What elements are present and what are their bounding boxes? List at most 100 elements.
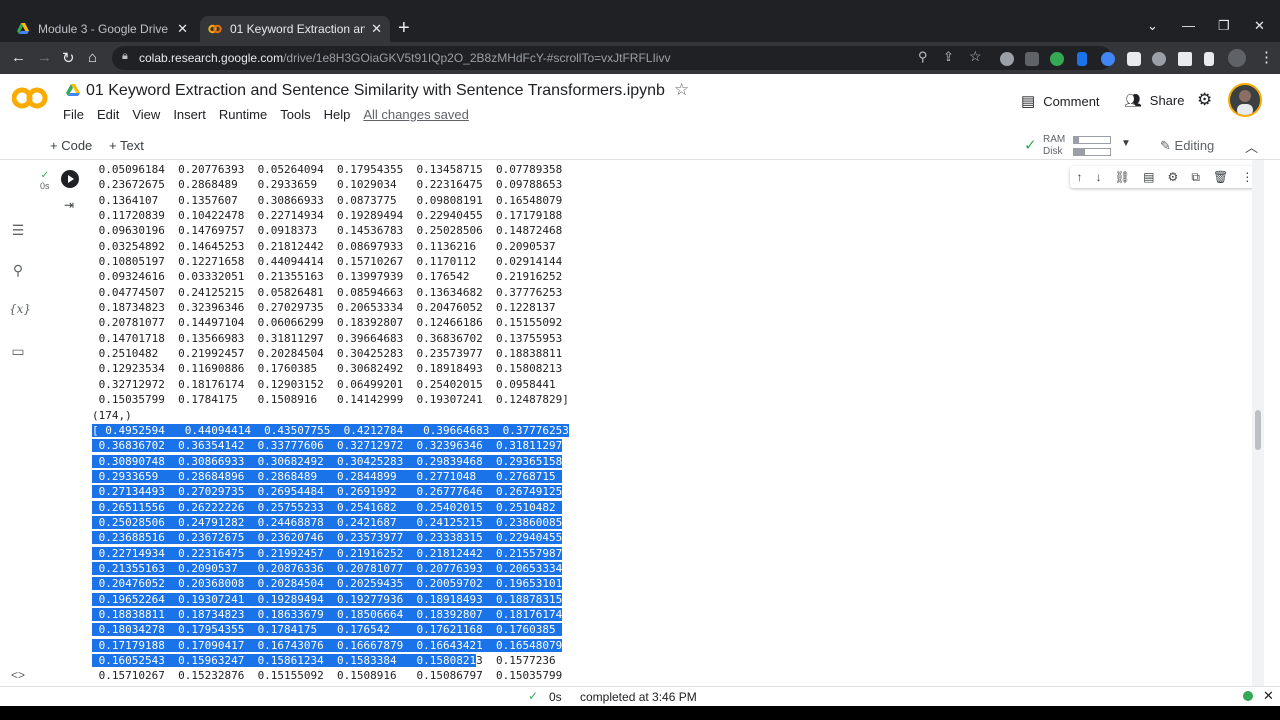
output-line[interactable]: 0.14701718 0.13566983 0.31811297 0.39664… [92,331,569,346]
output-line[interactable]: 0.1364107 0.1357607 0.30866933 0.0873775… [92,193,569,208]
menu-file[interactable]: File [63,107,84,122]
extension-pen-icon[interactable] [1077,52,1087,66]
editing-mode-button[interactable]: ✎ Editing [1160,138,1214,154]
google-drive-icon[interactable] [66,84,80,97]
tab-colab-notebook[interactable]: 01 Keyword Extraction and Sente ✕ [200,16,390,42]
output-line[interactable]: 0.15710267 0.15232876 0.15155092 0.15089… [92,668,569,683]
extension-k-icon[interactable] [1025,52,1039,66]
runtime-dropdown-icon[interactable]: ▼ [1121,138,1131,149]
share-page-icon[interactable]: ⇪ [943,49,954,65]
output-line[interactable]: 0.27134493 0.27029735 0.26954484 0.26919… [92,484,569,499]
minimize-icon[interactable]: — [1182,18,1195,33]
output-line[interactable]: 0.23672675 0.2868489 0.2933659 0.1029034… [92,177,569,192]
scrollbar[interactable] [1252,160,1264,686]
bookmark-star-icon[interactable]: ☆ [969,48,982,65]
resources-indicator[interactable]: RAM Disk [1043,134,1065,158]
output-line[interactable]: 0.18838811 0.18734823 0.18633679 0.18506… [92,607,569,622]
cell-output[interactable]: 0.05096184 0.20776393 0.05264094 0.17954… [92,162,569,684]
share-button[interactable]: 👥︎ Share [1124,92,1184,109]
output-line[interactable]: 0.22714934 0.22316475 0.21992457 0.21916… [92,546,569,561]
output-line[interactable]: (174,) [92,408,569,423]
output-line[interactable]: 0.05096184 0.20776393 0.05264094 0.17954… [92,162,569,177]
output-line[interactable]: 0.2510482 0.21992457 0.20284504 0.304252… [92,346,569,361]
extension-grammarly-icon[interactable] [1050,52,1064,66]
mirror-cell-icon[interactable]: ⧉ [1191,170,1200,185]
tab-google-drive[interactable]: Module 3 - Google Drive ✕ [8,16,196,42]
notebook-title[interactable]: 01 Keyword Extraction and Sentence Simil… [86,82,665,100]
menu-edit[interactable]: Edit [97,107,119,122]
extensions-puzzle-icon[interactable] [1178,52,1192,66]
output-line[interactable]: 0.18034278 0.17954355 0.1784175 0.176542… [92,622,569,637]
output-line[interactable]: 0.36836702 0.36354142 0.33777606 0.32712… [92,438,569,453]
menu-view[interactable]: View [132,107,160,122]
move-down-icon[interactable]: ↓ [1096,170,1102,184]
delete-icon[interactable]: 🗑︎ [1213,170,1228,184]
output-line[interactable]: 0.03254892 0.14645253 0.21812442 0.08697… [92,239,569,254]
forward-icon[interactable]: → [37,49,52,66]
output-line[interactable]: 0.10805197 0.12271658 0.44094414 0.15710… [92,254,569,269]
output-line[interactable]: 0.20781077 0.14497104 0.06066299 0.18392… [92,315,569,330]
output-menu-icon[interactable]: ⇥ [64,198,74,212]
output-line[interactable]: 0.09630196 0.14769757 0.0918373 0.145367… [92,223,569,238]
output-line[interactable]: 0.20476052 0.20368008 0.20284504 0.20259… [92,576,569,591]
status-message[interactable]: completed at 3:46 PM [580,690,697,704]
output-line[interactable]: 0.04774507 0.24125215 0.05826481 0.08594… [92,285,569,300]
back-icon[interactable]: ← [11,49,26,66]
avatar[interactable] [1228,83,1262,117]
files-folder-icon[interactable]: ▭ [9,343,27,360]
comment-icon[interactable]: ▤ [1143,170,1154,184]
output-line[interactable]: 0.12923534 0.11690886 0.1760385 0.306824… [92,361,569,376]
table-of-contents-icon[interactable]: ☰ [9,222,27,239]
add-text-button[interactable]: + Text [109,138,144,153]
code-snippets-icon[interactable]: <> [9,668,27,682]
output-line[interactable]: 0.21355163 0.2090537 0.20876336 0.207810… [92,561,569,576]
add-code-button[interactable]: + Code [50,138,92,153]
output-line[interactable]: 0.15035799 0.1784175 0.1508916 0.1414299… [92,392,569,407]
close-window-icon[interactable]: ✕ [1254,18,1265,34]
output-line[interactable]: 0.25028506 0.24791282 0.24468878 0.24216… [92,515,569,530]
url-bar[interactable]: 🔒︎ colab.research.google.com/drive/1e8H3… [112,46,1112,70]
extension-eye-icon[interactable] [1152,52,1166,66]
save-status[interactable]: All changes saved [363,107,469,122]
url-text[interactable]: colab.research.google.com/drive/1e8H3GOi… [139,51,670,65]
output-line[interactable]: 0.23688516 0.23672675 0.23620746 0.23573… [92,530,569,545]
tab-close-icon[interactable]: ✕ [177,21,188,37]
variables-icon[interactable]: {x} [9,302,31,316]
output-line[interactable]: 0.09324616 0.03332051 0.21355163 0.13997… [92,269,569,284]
code-cell[interactable]: ✓ 0s ⇥ ↑ ↓ ⛓ ▤ ⚙ ⧉ 🗑︎ ⋮ 0.05096184 0.207… [36,160,1260,686]
output-line[interactable]: 0.11720839 0.10422478 0.22714934 0.19289… [92,208,569,223]
output-line[interactable]: 0.26511556 0.26222226 0.25755233 0.25416… [92,500,569,515]
star-icon[interactable]: ☆ [674,80,689,100]
colab-logo[interactable] [11,86,48,110]
home-icon[interactable]: ⌂ [88,49,97,66]
menu-insert[interactable]: Insert [173,107,206,122]
extension-image-icon[interactable] [1127,52,1141,66]
scrollbar-thumb[interactable] [1255,410,1261,450]
output-line[interactable]: 0.16052543 0.15963247 0.15861234 0.15833… [92,653,569,668]
output-line[interactable]: 0.30890748 0.30866933 0.30682492 0.30425… [92,454,569,469]
settings-gear-icon[interactable]: ⚙ [1197,90,1212,110]
output-line[interactable]: 0.32712972 0.18176174 0.12903152 0.06499… [92,377,569,392]
link-icon[interactable]: ⛓ [1115,170,1130,184]
output-line[interactable]: 0.18734823 0.32396346 0.27029735 0.20653… [92,300,569,315]
run-cell-button[interactable] [61,170,79,188]
search-icon[interactable]: ⚲ [9,262,27,279]
menu-tools[interactable]: Tools [280,107,310,122]
collapse-header-icon[interactable]: ︿ [1245,137,1258,156]
tab-close-icon[interactable]: ✕ [371,21,382,37]
move-up-icon[interactable]: ↑ [1077,170,1083,184]
menu-runtime[interactable]: Runtime [219,107,267,122]
output-line[interactable]: [ 0.4952594 0.44094414 0.43507755 0.4212… [92,423,569,438]
maximize-icon[interactable]: ❐ [1218,18,1230,34]
output-line[interactable]: 0.17179188 0.17090417 0.16743076 0.16667… [92,638,569,653]
tab-search-icon[interactable]: ⌄ [1147,18,1158,34]
output-line[interactable]: 0.2933659 0.28684896 0.2868489 0.2844899… [92,469,569,484]
extension-circle-icon[interactable] [1101,52,1115,66]
comment-button[interactable]: ▤ Comment [1021,92,1100,110]
side-panel-icon[interactable] [1204,52,1214,66]
profile-avatar-icon[interactable] [1228,49,1246,67]
browser-menu-icon[interactable]: ⋮ [1259,48,1274,66]
output-line[interactable]: 0.19652264 0.19307241 0.19289494 0.19277… [92,592,569,607]
zoom-icon[interactable]: ⚲ [918,49,928,65]
extension-cloud-icon[interactable] [1000,52,1014,66]
